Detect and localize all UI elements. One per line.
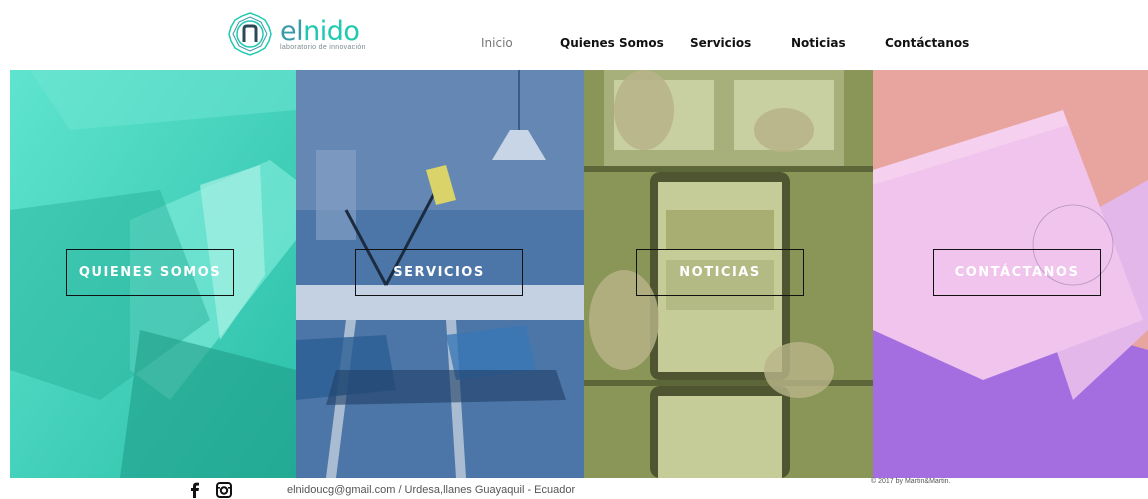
panel-contactanos-box: CONTÁCTANOS: [933, 249, 1101, 296]
logo-name-nido: nido: [303, 15, 360, 47]
panel-contactanos[interactable]: CONTÁCTANOS: [873, 70, 1148, 478]
site-footer: elnidoucg@gmail.com / Urdesa,llanes Guay…: [0, 478, 1148, 499]
nav-item-contactanos[interactable]: Contáctanos: [885, 36, 969, 50]
site-header: elnido laboratorio de innovación Inicio …: [0, 0, 1148, 70]
nav-item-noticias[interactable]: Noticias: [791, 36, 846, 50]
panel-servicios[interactable]: SERVICIOS: [296, 70, 584, 478]
panel-noticias-label: NOTICIAS: [679, 265, 761, 280]
nav-item-inicio[interactable]: Inicio: [481, 36, 513, 50]
hero-panels: QUIENES SOMOS SERVICIOS NOTICIAS CONTÁCT…: [10, 70, 1148, 478]
nav-item-servicios[interactable]: Servicios: [690, 36, 751, 50]
site-logo[interactable]: elnido laboratorio de innovación: [228, 12, 366, 56]
logo-n-icon: [228, 12, 272, 56]
panel-contactanos-label: CONTÁCTANOS: [954, 265, 1080, 280]
facebook-icon[interactable]: [188, 482, 202, 498]
instagram-icon[interactable]: [216, 482, 232, 498]
panel-quienes-somos[interactable]: QUIENES SOMOS: [10, 70, 296, 478]
panel-servicios-box: SERVICIOS: [355, 249, 523, 296]
nav-item-quienes-somos[interactable]: Quienes Somos: [560, 36, 664, 50]
logo-name: elnido: [280, 15, 366, 47]
logo-name-el: el: [280, 15, 304, 47]
footer-copyright: © 2017 by Martin&Martin.: [871, 478, 951, 485]
panel-noticias[interactable]: NOTICIAS: [584, 70, 873, 478]
footer-contact: elnidoucg@gmail.com / Urdesa,llanes Guay…: [287, 484, 576, 496]
panel-quienes-somos-box: QUIENES SOMOS: [66, 249, 234, 296]
panel-quienes-somos-label: QUIENES SOMOS: [78, 265, 222, 280]
logo-tagline: laboratorio de innovación: [280, 43, 366, 51]
panel-servicios-label: SERVICIOS: [393, 265, 485, 280]
panel-noticias-box: NOTICIAS: [636, 249, 804, 296]
